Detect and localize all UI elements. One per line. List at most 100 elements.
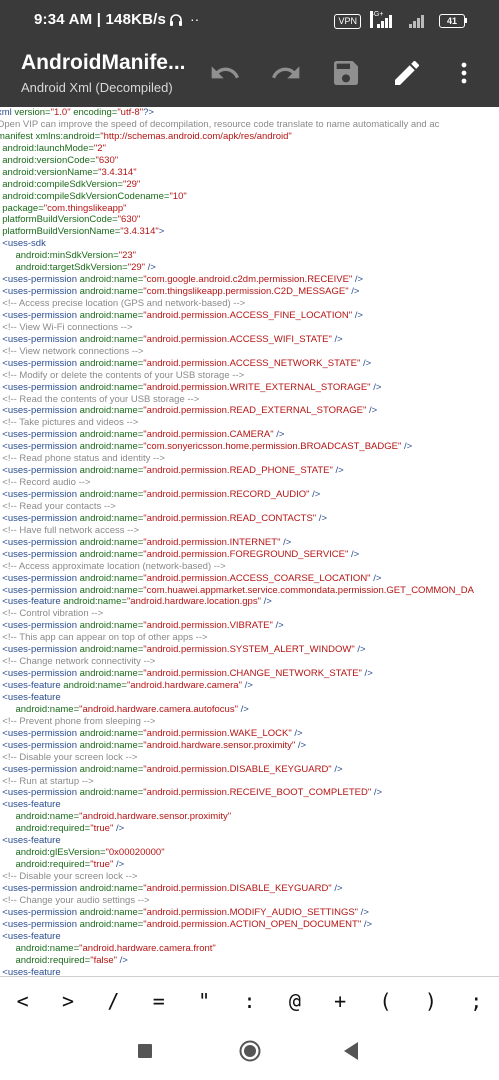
code-line: android:name= "android.hardware.sensor.pr… — [0, 811, 474, 823]
code-token: android:name= — [77, 381, 144, 393]
code-token: /> — [361, 918, 373, 930]
code-token: <uses-feature — [0, 596, 61, 608]
code-line: android:targetSdkVersion= "29" /> — [0, 262, 474, 274]
code-token: "android.permission.CHANGE_NETWORK_STATE… — [143, 668, 362, 680]
code-token: <!-- Read phone status and identity --> — [0, 453, 165, 465]
code-token: Open VIP can improve the speed of decomp… — [0, 118, 440, 130]
code-token: platformBuildVersionCode= — [0, 214, 118, 226]
code-token: /> — [361, 668, 373, 680]
back-button[interactable] — [342, 1041, 360, 1061]
code-token: <uses-permission — [0, 787, 77, 799]
code-token: "android.permission.ACCESS_COARSE_LOCATI… — [143, 572, 371, 584]
code-line: <uses-permission android:name= "android.p… — [0, 668, 474, 680]
code-line: <uses-permission android:name= "android.p… — [0, 883, 474, 895]
code-token: "android.hardware.sensor.proximity" — [143, 739, 296, 751]
code-token: "android.hardware.sensor.proximity" — [79, 811, 232, 823]
code-token: "android.permission.READ_CONTACTS" — [143, 512, 317, 524]
code-token: "android.hardware.camera.autofocus" — [79, 703, 238, 715]
code-token: <!-- Access approximate location (networ… — [0, 560, 226, 572]
code-token: "android.hardware.location.gps" — [126, 596, 261, 608]
code-token: "android.permission.INTERNET" — [143, 536, 281, 548]
code-token: /> — [401, 441, 413, 453]
code-token: encoding= — [70, 107, 118, 118]
code-token: "3.4.314" — [120, 226, 159, 238]
code-token: /> — [370, 572, 382, 584]
symbol-key-open-paren[interactable]: ( — [363, 989, 408, 1013]
symbol-key-semicolon[interactable]: ; — [454, 989, 499, 1013]
code-token: "29" — [122, 178, 141, 190]
code-token: <!-- Change your audio settings --> — [0, 894, 150, 906]
code-token: <uses-permission — [0, 512, 77, 524]
symbol-key-close-paren[interactable]: ) — [408, 989, 453, 1013]
code-token: "android.permission.ACCESS_FINE_LOCATION… — [143, 309, 353, 321]
symbol-key-colon[interactable]: : — [227, 989, 272, 1013]
code-token: "2" — [93, 142, 106, 154]
code-token: /> — [117, 954, 128, 966]
code-token: <!-- Take pictures and videos --> — [0, 417, 139, 429]
symbol-key-less-than[interactable]: < — [0, 989, 45, 1013]
symbol-key-at[interactable]: @ — [272, 989, 317, 1013]
home-button[interactable] — [239, 1040, 261, 1062]
code-token: android:name= — [77, 357, 144, 369]
code-token: "com.huawei.appmarket.service.commondata… — [143, 584, 475, 596]
code-token: android:name= — [0, 811, 80, 823]
recents-button[interactable] — [138, 1044, 152, 1058]
code-line: <uses-sdk — [0, 238, 474, 250]
code-token: "android.permission.VIBRATE" — [143, 620, 273, 632]
undo-button[interactable] — [209, 57, 241, 89]
code-line: xml version="1.0" encoding="utf-8"?> — [0, 107, 474, 119]
symbol-key-slash[interactable]: / — [91, 989, 136, 1013]
code-token: "android.permission.CAMERA" — [143, 429, 274, 441]
code-token: "com.thingslikeapp.permission.C2D_MESSAG… — [143, 286, 349, 298]
save-button[interactable] — [330, 57, 362, 89]
more-options-button[interactable] — [452, 57, 476, 89]
code-line: <uses-permission android:name= "android.p… — [0, 382, 474, 394]
code-token: android:name= — [77, 739, 144, 751]
code-token: <!-- Change network connectivity --> — [0, 656, 156, 668]
redo-button[interactable] — [270, 57, 302, 89]
symbol-key-quote[interactable]: " — [181, 989, 226, 1013]
file-title: AndroidManife... — [21, 51, 186, 74]
code-line: <uses-feature — [0, 692, 474, 704]
code-token: <!-- Access precise location (GPS and ne… — [0, 298, 246, 309]
code-line: <!-- View network connections --> — [0, 346, 474, 358]
code-token: /> — [352, 274, 364, 286]
code-token: "android.permission.RECORD_AUDIO" — [143, 489, 310, 500]
symbol-key-greater-than[interactable]: > — [45, 989, 90, 1013]
symbol-key-equals[interactable]: = — [136, 989, 181, 1013]
code-lines: xml version="1.0" encoding="utf-8"?>Open… — [0, 107, 474, 976]
code-token: /> — [360, 357, 372, 369]
network-type: 4G+ — [370, 11, 383, 28]
code-line: <uses-permission android:name= "android.p… — [0, 310, 474, 322]
code-line: <!-- Run at startup --> — [0, 776, 474, 788]
code-token: android:name= — [77, 548, 144, 560]
code-token: <uses-feature — [0, 691, 61, 703]
code-line: <!-- This app can appear on top of other… — [0, 632, 474, 644]
code-line: manifest xmlns:android= "http://schemas.a… — [0, 131, 474, 143]
code-token: /> — [348, 286, 360, 298]
code-token: <!-- View Wi-Fi connections --> — [0, 321, 133, 333]
code-line: <uses-permission android:name= "android.p… — [0, 513, 474, 525]
code-token: android:name= — [77, 572, 144, 584]
code-token: android:name= — [77, 536, 144, 548]
code-token: <uses-permission — [0, 536, 77, 548]
edit-button[interactable] — [391, 57, 423, 89]
symbol-key-plus[interactable]: + — [318, 989, 363, 1013]
code-token: <uses-permission — [0, 620, 77, 632]
code-token: android:glEsVersion= — [0, 847, 106, 859]
code-token: <uses-feature — [0, 680, 61, 691]
status-bar: 9:34 AM | 148KB/s ·· VPN 4G+ 41 — [0, 0, 499, 40]
code-token: android:name= — [77, 465, 144, 477]
code-editor[interactable]: xml version="1.0" encoding="utf-8"?>Open… — [0, 107, 499, 976]
code-line: package= "com.thingslikeapp" — [0, 203, 474, 215]
code-token: /> — [348, 548, 360, 560]
undo-icon — [211, 66, 239, 79]
code-token: <uses-permission — [0, 763, 77, 775]
code-token: android:name= — [0, 942, 80, 954]
redo-icon — [272, 66, 300, 79]
code-token: <uses-feature — [0, 835, 61, 847]
code-token: android:name= — [77, 274, 144, 286]
code-token: android:name= — [60, 596, 127, 608]
code-line: <!-- Modify or delete the contents of yo… — [0, 370, 474, 382]
code-line: android:versionName= "3.4.314" — [0, 167, 474, 179]
